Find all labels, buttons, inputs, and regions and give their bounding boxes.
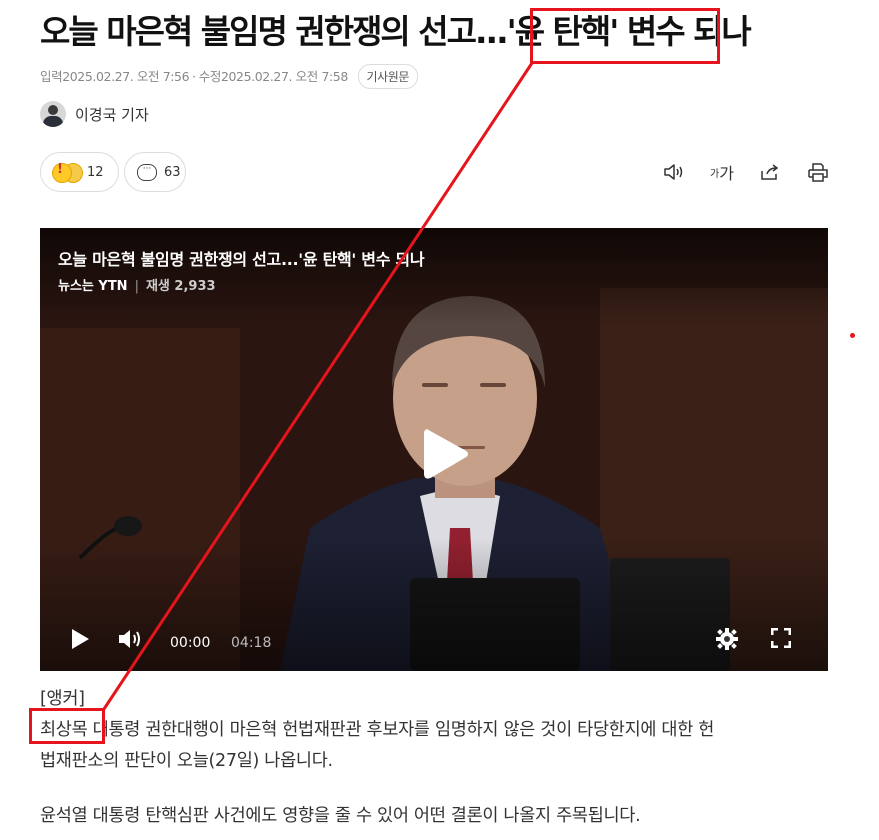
comment-icon: ··· bbox=[137, 163, 157, 181]
comment-button[interactable]: ··· 63 bbox=[124, 152, 186, 192]
volume-icon[interactable] bbox=[118, 628, 144, 654]
play-button-icon[interactable] bbox=[70, 628, 90, 654]
settings-gear-icon[interactable] bbox=[716, 628, 738, 654]
print-icon[interactable] bbox=[805, 160, 831, 184]
annotation-box-title bbox=[530, 8, 720, 64]
share-icon[interactable] bbox=[757, 160, 783, 184]
article-title: 오늘 마은혁 불임명 권한쟁의 선고...'윤 탄핵' 변수 되나 bbox=[40, 12, 752, 51]
total-time: 04:18 bbox=[231, 635, 272, 651]
font-size-label: 가 bbox=[719, 164, 734, 183]
article-body: [앵커] 최상목 대통령 권한대행이 마은혁 헌법재판관 후보자를 임명하지 않… bbox=[40, 684, 840, 832]
avatar bbox=[40, 101, 66, 127]
speaker-icon[interactable] bbox=[661, 160, 687, 184]
video-player[interactable]: 오늘 마은혁 불임명 권한쟁의 선고...'윤 탄핵' 변수 되나 뉴스는 YT… bbox=[40, 228, 828, 671]
article-toolbar: 가가 bbox=[661, 160, 831, 184]
video-source[interactable]: 뉴스는 YTN bbox=[58, 279, 128, 294]
reaction-count: 12 bbox=[87, 164, 104, 180]
fullscreen-icon[interactable] bbox=[770, 627, 792, 652]
annotation-box-body bbox=[29, 708, 105, 744]
comment-count: 63 bbox=[164, 164, 181, 180]
paragraph-2: 윤석열 대통령 탄핵심판 사건에도 영향을 줄 수 있어 어떤 결론이 나올지 … bbox=[40, 806, 641, 826]
paragraph-1-line-2: 법재판소의 판단이 오늘(27일) 나옵니다. bbox=[40, 751, 333, 771]
paragraph-1-line-1: 최상목 대통령 권한대행이 마은혁 헌법재판관 후보자를 임명하지 않은 것이 … bbox=[40, 720, 715, 740]
author[interactable]: 이경국 기자 bbox=[40, 100, 149, 128]
video-views: 재생 2,933 bbox=[145, 279, 216, 294]
font-size-icon[interactable]: 가가 bbox=[709, 160, 735, 184]
original-article-button[interactable]: 기사원문 bbox=[357, 64, 419, 89]
modified-time: 수정2025.02.27. 오전 7:58 bbox=[198, 69, 349, 84]
published-time: 입력2025.02.27. 오전 7:56 bbox=[40, 69, 190, 84]
video-title[interactable]: 오늘 마은혁 불임명 권한쟁의 선고...'윤 탄핵' 변수 되나 bbox=[58, 246, 425, 270]
reaction-button[interactable]: ! 12 bbox=[40, 152, 119, 192]
current-time: 00:00 bbox=[170, 635, 211, 651]
annotation-dot bbox=[850, 333, 855, 338]
anchor-tag: [앵커] bbox=[40, 689, 85, 709]
article-meta: 입력2025.02.27. 오전 7:56 · 수정2025.02.27. 오전 7… bbox=[40, 64, 419, 89]
author-name[interactable]: 이경국 기자 bbox=[75, 104, 149, 125]
reaction-emoji-icon: ! bbox=[52, 161, 83, 183]
video-controls: 00:00 04:18 bbox=[40, 611, 828, 671]
play-icon[interactable] bbox=[412, 424, 472, 484]
video-source-row: 뉴스는 YTN | 재생 2,933 bbox=[58, 279, 216, 294]
